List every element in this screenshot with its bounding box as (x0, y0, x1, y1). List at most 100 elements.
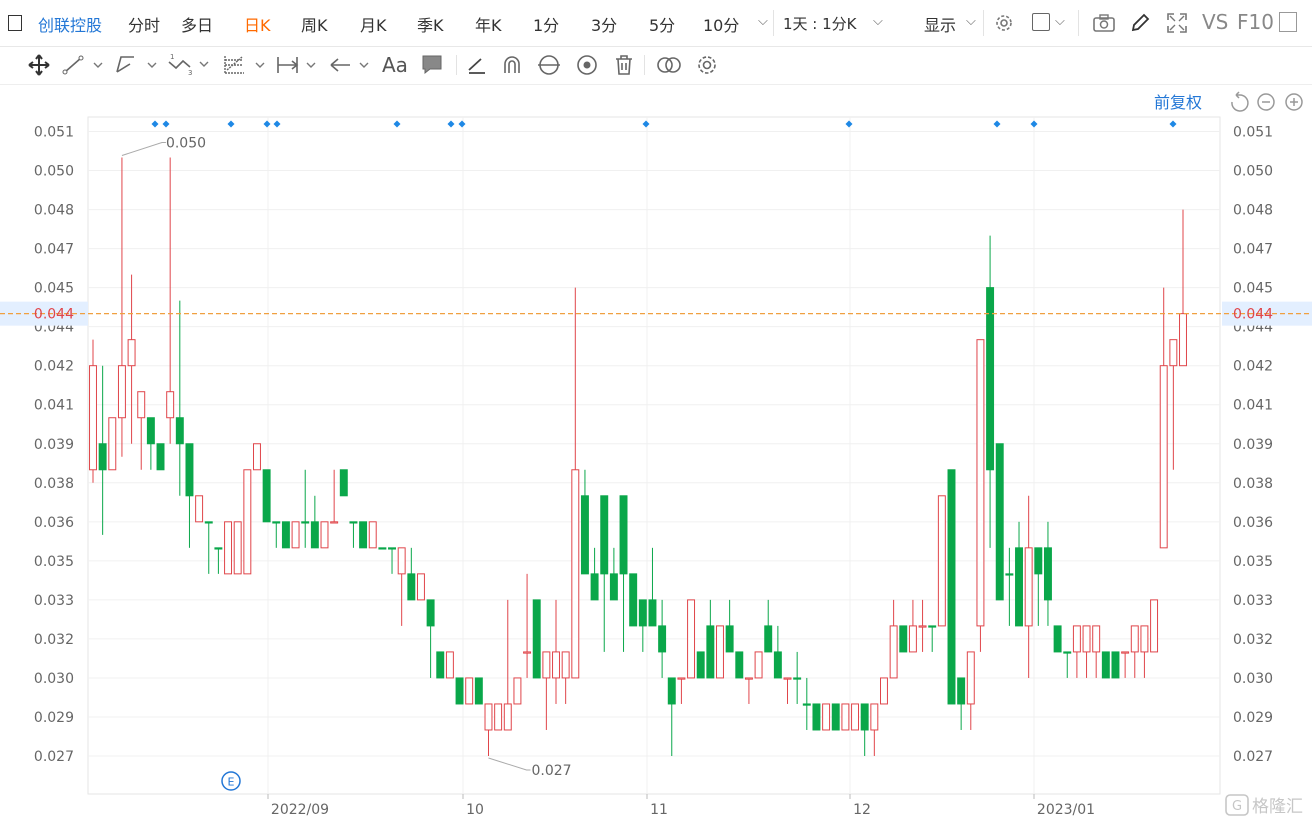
candle-up[interactable] (841, 703, 850, 731)
interval-chevron-down-icon[interactable]: ⌵ (873, 14, 883, 29)
candle-down[interactable] (899, 625, 908, 653)
line-tool-icon[interactable] (62, 54, 106, 76)
candle-down[interactable] (1015, 521, 1023, 627)
candle-up[interactable] (822, 703, 831, 731)
vs-compare-button[interactable]: VS (1202, 10, 1228, 34)
candle-down[interactable] (1111, 651, 1120, 679)
candle-down[interactable] (658, 599, 667, 678)
tab-duori[interactable]: 多日 (181, 12, 213, 36)
window-toggle-icon[interactable] (1279, 12, 1297, 32)
candle-down[interactable] (436, 651, 445, 679)
candle-down[interactable] (802, 677, 811, 730)
event-diamond-marker[interactable] (273, 120, 281, 128)
candle-down[interactable] (619, 495, 628, 652)
candle-up[interactable] (889, 599, 898, 679)
stock-name[interactable]: 创联控股 (38, 12, 102, 36)
drawing-settings-gear-icon[interactable] (695, 53, 719, 77)
candle-up[interactable] (542, 651, 551, 730)
candle-up[interactable] (233, 521, 242, 575)
candle-down[interactable] (175, 300, 184, 496)
candle-down[interactable] (1005, 547, 1014, 626)
candle-down[interactable] (146, 417, 155, 470)
event-diamond-marker[interactable] (393, 120, 401, 128)
candle-up[interactable] (754, 651, 763, 679)
candle-up[interactable] (1092, 625, 1101, 678)
candle-up[interactable] (513, 677, 522, 705)
tab-weekly-k[interactable]: 周K (301, 12, 328, 36)
candle-up[interactable] (1072, 625, 1081, 678)
candle-up[interactable] (908, 599, 917, 653)
candle-down[interactable] (638, 599, 647, 652)
candle-up[interactable] (937, 495, 946, 627)
candle-up[interactable] (552, 599, 560, 704)
event-diamond-marker[interactable] (1030, 120, 1038, 128)
candle-up[interactable] (851, 703, 860, 731)
candle-up[interactable] (870, 703, 879, 756)
candle-down[interactable] (706, 599, 715, 679)
candle-down[interactable] (378, 547, 387, 550)
candle-up[interactable] (291, 521, 300, 549)
candle-up[interactable] (465, 677, 474, 705)
event-diamond-marker[interactable] (458, 120, 466, 128)
lock-drawing-icon[interactable] (536, 53, 562, 77)
candle-down[interactable] (98, 365, 107, 535)
candle-down[interactable] (262, 469, 271, 523)
tab-3min[interactable]: 3分 (591, 12, 617, 36)
candle-down[interactable] (359, 521, 368, 549)
candle-down[interactable] (957, 677, 966, 730)
candle-down[interactable] (1063, 651, 1072, 678)
candle-down[interactable] (339, 469, 348, 497)
candle-up[interactable] (253, 443, 261, 471)
candle-up[interactable] (503, 599, 512, 731)
candle-down[interactable] (986, 235, 995, 548)
event-diamond-marker[interactable] (162, 120, 170, 128)
candle-up[interactable] (783, 677, 792, 704)
f10-button[interactable]: F10 (1237, 10, 1274, 34)
candle-up[interactable] (1150, 599, 1159, 653)
period-more-chevron-icon[interactable]: ⌵ (758, 14, 768, 29)
adjust-mode-link[interactable]: 前复权 (1154, 93, 1202, 112)
pencil-edit-icon[interactable] (1129, 12, 1151, 34)
candle-down[interactable] (1053, 625, 1062, 653)
candle-down[interactable] (764, 599, 773, 653)
event-diamond-marker[interactable] (151, 120, 159, 128)
candle-up[interactable] (397, 547, 406, 626)
candle-down[interactable] (1101, 651, 1110, 679)
event-e-badge[interactable]: E (221, 771, 241, 791)
camera-icon[interactable] (1092, 12, 1116, 34)
chart-style-square-icon[interactable] (1032, 13, 1050, 31)
candle-up[interactable] (195, 495, 204, 523)
text-tool-icon[interactable]: Aa (382, 53, 408, 77)
candle-down[interactable] (474, 677, 483, 705)
zoom-out-icon[interactable] (1257, 93, 1275, 111)
display-chevron-down-icon[interactable]: ⌵ (966, 14, 976, 29)
candle-down[interactable] (735, 651, 744, 679)
event-diamond-marker[interactable] (447, 120, 455, 128)
candle-up[interactable] (571, 287, 580, 679)
tab-5min[interactable]: 5分 (649, 12, 675, 36)
candle-down[interactable] (156, 443, 165, 471)
candle-up[interactable] (966, 651, 975, 730)
candle-up[interactable] (330, 469, 339, 524)
candle-down[interactable] (696, 651, 705, 679)
candle-up[interactable] (687, 599, 696, 679)
candle-down[interactable] (831, 703, 840, 731)
event-diamond-marker[interactable] (993, 120, 1001, 128)
candle-down[interactable] (812, 703, 821, 731)
tab-monthly-k[interactable]: 月K (360, 12, 387, 36)
candle-up[interactable] (494, 703, 503, 731)
candle-down[interactable] (407, 547, 416, 601)
candle-down[interactable] (1043, 521, 1052, 626)
visibility-eye-icon[interactable] (575, 53, 599, 77)
settings-gear-icon[interactable] (993, 12, 1015, 34)
arrow-left-tool-icon[interactable] (328, 53, 374, 77)
candle-down[interactable] (310, 495, 319, 549)
event-diamond-marker[interactable] (263, 120, 271, 128)
candle-up[interactable] (484, 703, 493, 756)
range-measure-icon[interactable] (275, 53, 321, 77)
event-markers[interactable] (151, 120, 1177, 128)
candle-down[interactable] (272, 521, 281, 548)
candle-up[interactable] (1140, 625, 1149, 678)
candle-up[interactable] (320, 521, 329, 549)
tab-fenshi[interactable]: 分时 (128, 12, 160, 36)
